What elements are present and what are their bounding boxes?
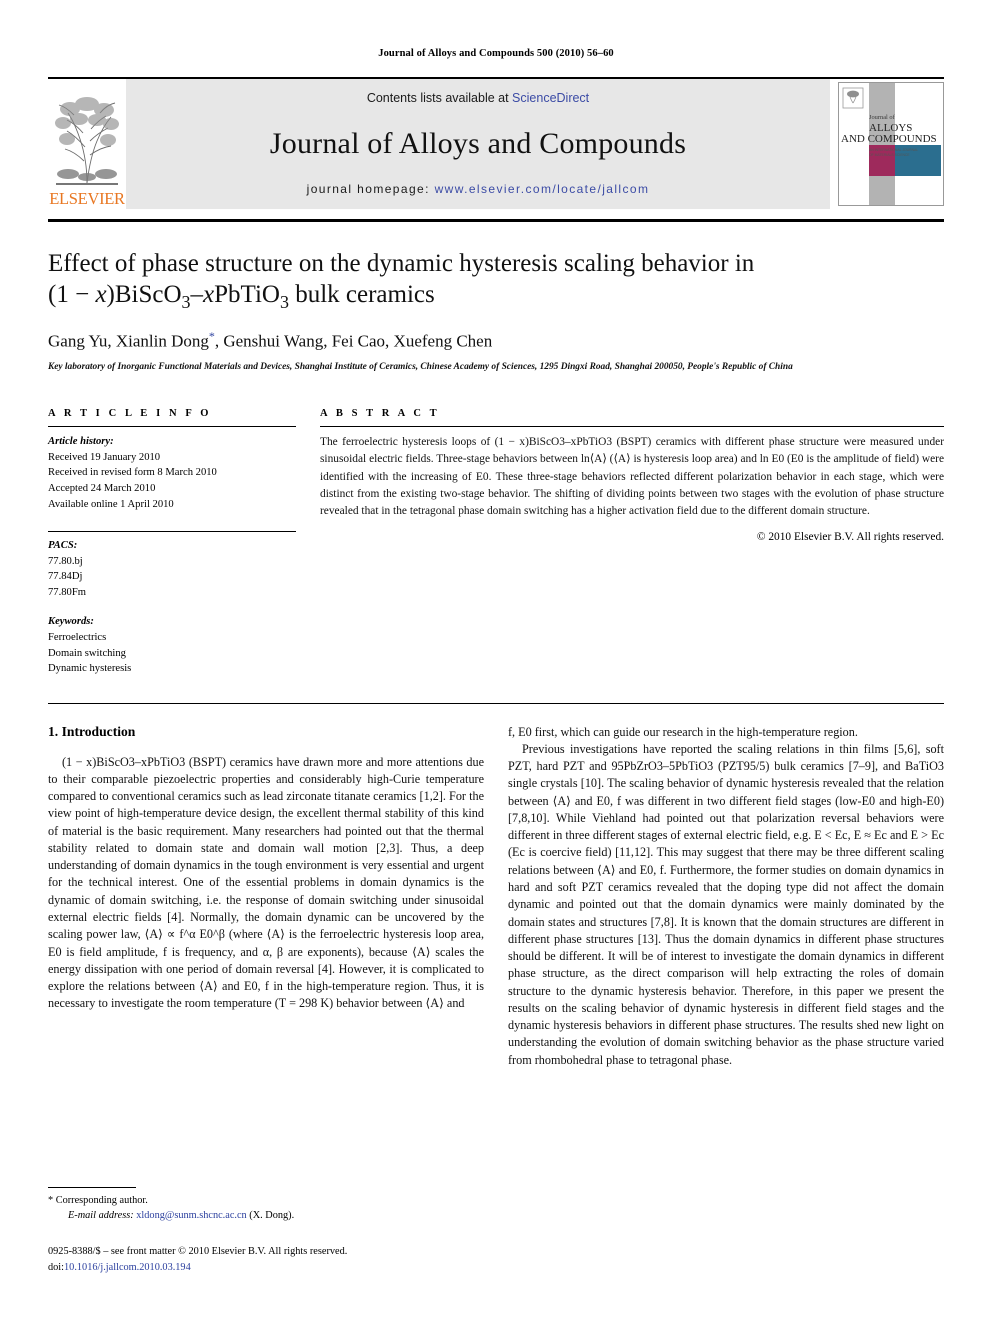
article-info-heading: A R T I C L E I N F O: [48, 408, 212, 420]
homepage-url-link[interactable]: www.elsevier.com/locate/jallcom: [435, 182, 650, 196]
info-abstract-region: A R T I C L E I N F O Article history: R…: [48, 408, 944, 676]
svg-text:AND COMPOUNDS: AND COMPOUNDS: [841, 133, 937, 145]
abstract-heading: A B S T R A C T: [320, 408, 440, 420]
issn-front-matter: 0925-8388/$ – see front matter © 2010 El…: [48, 1246, 348, 1258]
email-note: E-mail address: xldong@sunm.shcnc.ac.cn …: [48, 1209, 476, 1224]
body-two-columns: 1. Introduction (1 − x)BiScO3–xPbTiO3 (B…: [48, 724, 944, 1069]
page-title: Effect of phase structure on the dynamic…: [48, 248, 944, 313]
footnote-block: * Corresponding author. E-mail address: …: [48, 1187, 476, 1275]
pacs-group: PACS: 77.80.bj 77.84Dj 77.80Fm: [48, 538, 296, 600]
keyword-item: Ferroelectrics: [48, 631, 107, 643]
authors-head: Gang Yu, Xianlin Dong: [48, 331, 209, 351]
svg-text:OF MATERIALS SCIENCE: OF MATERIALS SCIENCE: [869, 153, 910, 157]
abstract-copyright: © 2010 Elsevier B.V. All rights reserved…: [756, 530, 944, 543]
paragraph: f, E0 first, which can guide our researc…: [508, 724, 858, 739]
homepage-prefix: journal homepage:: [306, 182, 435, 196]
title-block: Effect of phase structure on the dynamic…: [48, 248, 944, 374]
history-item: Available online 1 April 2010: [48, 498, 174, 510]
paragraph: Previous investigations have reported th…: [508, 741, 944, 1067]
journal-homepage-line: journal homepage: www.elsevier.com/locat…: [307, 182, 650, 196]
body-left-column: 1. Introduction (1 − x)BiScO3–xPbTiO3 (B…: [48, 724, 484, 1069]
paragraph: (1 − x)BiScO3–xPbTiO3 (BSPT) ceramics ha…: [48, 754, 484, 1011]
article-history-label: Article history:: [48, 436, 114, 448]
cover-artwork: Journal of ALLOYS AND COMPOUNDS AN INTER…: [839, 83, 943, 205]
author-list: Gang Yu, Xianlin Dong*, Genshui Wang, Fe…: [48, 329, 944, 352]
title-line-1: Effect of phase structure on the dynamic…: [48, 250, 755, 277]
masthead-banner: Contents lists available at ScienceDirec…: [126, 79, 830, 209]
authors-tail: , Genshui Wang, Fei Cao, Xuefeng Chen: [214, 331, 493, 351]
abstract-text: The ferroelectric hysteresis loops of (1…: [320, 436, 944, 517]
info-spacer-2: [48, 600, 296, 614]
doi-line: doi:10.1016/j.jallcom.2010.03.194: [48, 1260, 476, 1275]
article-info-rule: [48, 426, 296, 428]
doi-label: doi:: [48, 1261, 65, 1273]
svg-text:AN INTERNATIONAL JOURNAL: AN INTERNATIONAL JOURNAL: [869, 148, 918, 152]
body-top-rule: [48, 702, 944, 704]
author-affiliation: Key laboratory of Inorganic Functional M…: [48, 361, 793, 372]
corresponding-author-note: * Corresponding author.: [48, 1194, 476, 1209]
section-heading-introduction: 1. Introduction: [48, 723, 136, 739]
title-line-2: (1 − x)BiScO3–xPbTiO3 bulk ceramics: [48, 281, 435, 312]
footnote-marker: *: [48, 1195, 54, 1207]
paper-page: Journal of Alloys and Compounds 500 (201…: [0, 0, 992, 1323]
svg-text:Journal of: Journal of: [869, 114, 896, 121]
pacs-item: 77.84Dj: [48, 571, 83, 583]
history-item: Accepted 24 March 2010: [48, 483, 156, 494]
article-history-group: Article history: Received 19 January 201…: [48, 434, 296, 512]
elsevier-logo: ELSEVIER: [48, 79, 126, 209]
email-owner: (X. Dong).: [249, 1210, 295, 1222]
footnote-rule: [48, 1187, 136, 1189]
keywords-group: Keywords: Ferroelectrics Domain switchin…: [48, 614, 296, 676]
pacs-item: 77.80Fm: [48, 586, 86, 598]
cover-graphic: Journal of ALLOYS AND COMPOUNDS AN INTER…: [839, 83, 941, 205]
email-label: E-mail address:: [68, 1210, 134, 1222]
history-item: Received in revised form 8 March 2010: [48, 467, 217, 479]
abstract-column: A B S T R A C T The ferroelectric hyster…: [320, 408, 944, 676]
sciencedirect-link[interactable]: ScienceDirect: [512, 91, 589, 105]
journal-title: Journal of Alloys and Compounds: [269, 126, 687, 160]
journal-masthead: ELSEVIER Contents lists available at Sci…: [48, 77, 944, 209]
contents-prefix: Contents lists available at: [366, 91, 513, 105]
keywords-label: Keywords:: [48, 616, 94, 628]
corresponding-author-text: Corresponding author.: [55, 1195, 148, 1207]
pacs-rule: [48, 531, 296, 533]
imprint-block: 0925-8388/$ – see front matter © 2010 El…: [48, 1244, 476, 1275]
pacs-item: 77.80.bj: [48, 555, 83, 567]
article-info-column: A R T I C L E I N F O Article history: R…: [48, 408, 296, 676]
doi-value-link[interactable]: 10.1016/j.jallcom.2010.03.194: [64, 1262, 191, 1273]
abstract-rule: [320, 426, 944, 428]
elsevier-tree-icon: [55, 96, 119, 185]
pacs-label: PACS:: [48, 540, 78, 552]
contents-available-line: Contents lists available at ScienceDirec…: [367, 91, 589, 105]
history-item: Received 19 January 2010: [48, 451, 161, 463]
keyword-item: Domain switching: [48, 647, 126, 659]
elsevier-wordmark: ELSEVIER: [49, 188, 125, 208]
running-head: Journal of Alloys and Compounds 500 (201…: [378, 48, 614, 59]
keyword-item: Dynamic hysteresis: [48, 663, 132, 675]
masthead-bottom-rule: [48, 219, 944, 222]
journal-cover-thumbnail: Journal of ALLOYS AND COMPOUNDS AN INTER…: [838, 82, 944, 206]
email-link[interactable]: xldong@sunm.shcnc.ac.cn: [136, 1210, 246, 1221]
body-right-column: f, E0 first, which can guide our researc…: [508, 724, 944, 1069]
